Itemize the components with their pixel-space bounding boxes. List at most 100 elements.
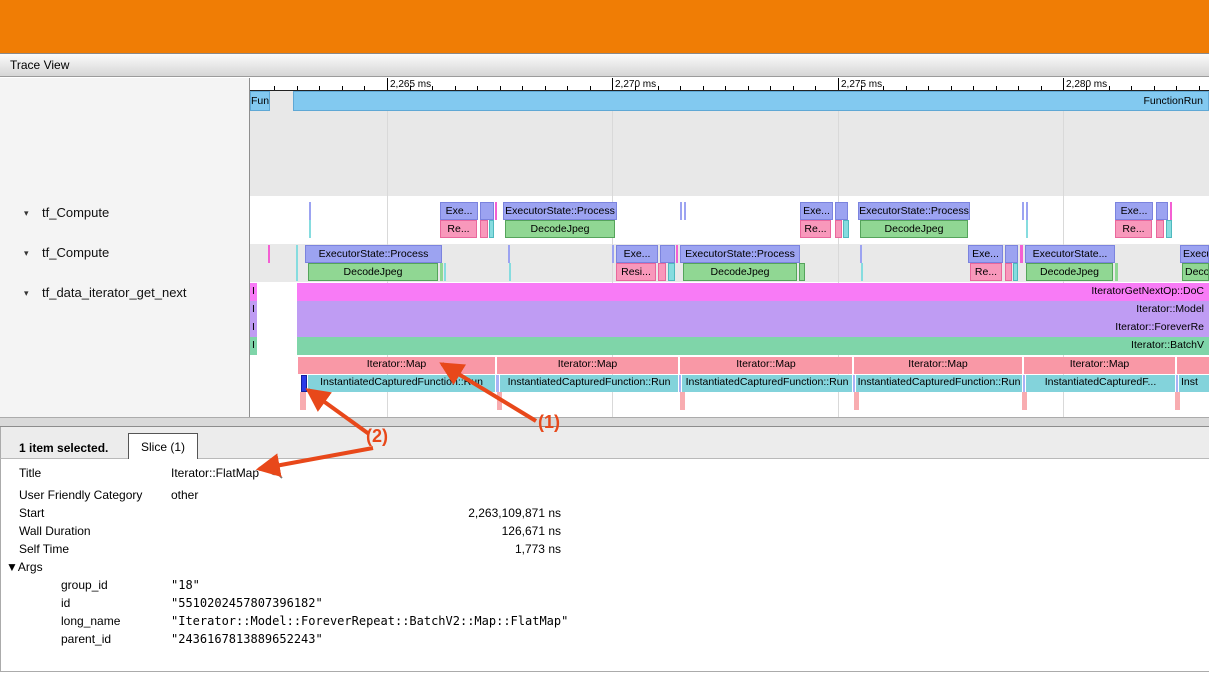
trace-event-block[interactable]: Iterator::BatchV bbox=[297, 337, 1209, 355]
trace-event-sliver[interactable] bbox=[835, 220, 842, 238]
trace-event-block[interactable]: Iterator::Model bbox=[297, 301, 1209, 319]
trace-event-block[interactable]: Re... bbox=[970, 263, 1002, 281]
trace-event-block[interactable]: Deco bbox=[1182, 263, 1209, 281]
trace-event-block[interactable]: ExecutorState::Process bbox=[858, 202, 970, 220]
trace-event-sliver[interactable]: I bbox=[250, 301, 257, 319]
trace-event-sliver[interactable] bbox=[861, 263, 863, 281]
trace-event-block[interactable]: Execut bbox=[1180, 245, 1209, 263]
trace-event-block[interactable] bbox=[658, 263, 666, 281]
trace-event-sliver[interactable] bbox=[1175, 392, 1180, 410]
tab-slice[interactable]: Slice (1) bbox=[128, 433, 198, 461]
trace-event-sliver[interactable] bbox=[444, 263, 446, 281]
trace-event-sliver[interactable] bbox=[1022, 202, 1024, 220]
trace-event-block[interactable]: Exe... bbox=[800, 202, 833, 220]
trace-event-block[interactable]: Exe... bbox=[968, 245, 1003, 263]
trace-event-sliver[interactable] bbox=[680, 202, 682, 220]
trace-event-block[interactable]: InstantiatedCapturedFunction::Run bbox=[682, 375, 852, 392]
trace-event-block[interactable] bbox=[480, 220, 488, 238]
trace-event-sliver[interactable] bbox=[496, 375, 499, 392]
trace-event-sliver[interactable] bbox=[1166, 220, 1172, 238]
trace-event-block[interactable]: InstantiatedCapturedF... bbox=[1026, 375, 1175, 392]
trace-event-sliver[interactable] bbox=[799, 263, 805, 281]
trace-event-sliver[interactable] bbox=[1026, 202, 1028, 220]
magnifier-icon[interactable] bbox=[269, 465, 283, 479]
trace-event-sliver[interactable] bbox=[268, 245, 270, 263]
trace-event-sliver[interactable] bbox=[1026, 220, 1028, 238]
trace-event-block[interactable]: Re... bbox=[440, 220, 477, 238]
trace-event-block[interactable]: Iterator::Map bbox=[1024, 357, 1175, 374]
panel-splitter[interactable] bbox=[0, 417, 1209, 427]
trace-event-block[interactable]: InstantiatedCapturedFunction::Run bbox=[308, 375, 495, 392]
sidebar-track-0[interactable]: ▾tf_Compute bbox=[0, 204, 249, 222]
trace-event-block[interactable] bbox=[835, 202, 848, 220]
trace-event-sliver[interactable] bbox=[668, 263, 675, 281]
trace-event-sliver[interactable] bbox=[843, 220, 849, 238]
trace-event-block[interactable]: Inst bbox=[1179, 375, 1209, 392]
trace-event-block[interactable]: DecodeJpeg bbox=[505, 220, 615, 238]
trace-event-block[interactable] bbox=[480, 202, 494, 220]
trace-event-block[interactable]: DecodeJpeg bbox=[1026, 263, 1113, 281]
trace-event-block[interactable]: FunctionRun bbox=[293, 91, 1209, 111]
trace-event-sliver[interactable] bbox=[309, 220, 311, 238]
trace-event-sliver[interactable] bbox=[1115, 263, 1118, 281]
trace-event-sliver[interactable]: I bbox=[250, 337, 257, 355]
trace-event-block[interactable]: DecodeJpeg bbox=[683, 263, 797, 281]
trace-event-sliver[interactable] bbox=[1013, 263, 1018, 281]
trace-event-sliver[interactable] bbox=[612, 245, 614, 263]
trace-event-sliver[interactable] bbox=[296, 245, 298, 263]
trace-event-sliver[interactable] bbox=[497, 392, 502, 410]
trace-event-block[interactable]: Iterator::ForeverRe bbox=[297, 319, 1209, 337]
trace-event-block[interactable]: Iterator::Map bbox=[854, 357, 1022, 374]
trace-event-sliver[interactable] bbox=[1176, 375, 1178, 392]
trace-event-block[interactable] bbox=[1156, 220, 1164, 238]
trace-event-sliver[interactable]: I bbox=[250, 283, 257, 301]
trace-event-sliver[interactable] bbox=[440, 263, 443, 281]
trace-event-sliver[interactable] bbox=[1020, 245, 1023, 263]
trace-event-block[interactable]: Exe... bbox=[440, 202, 478, 220]
trace-event-sliver[interactable] bbox=[676, 245, 678, 263]
trace-event-sliver[interactable] bbox=[309, 202, 311, 220]
trace-event-block[interactable]: DecodeJpeg bbox=[308, 263, 438, 281]
trace-event-sliver[interactable] bbox=[684, 202, 686, 220]
trace-event-block[interactable]: Fun bbox=[250, 91, 270, 111]
trace-event-block[interactable]: Iterator::Map bbox=[497, 357, 678, 374]
trace-event-sliver[interactable] bbox=[1023, 375, 1025, 392]
trace-event-block[interactable]: InstantiatedCapturedFunction::Run bbox=[500, 375, 678, 392]
trace-event-sliver[interactable] bbox=[1170, 202, 1172, 220]
trace-event-sliver[interactable] bbox=[679, 375, 681, 392]
trace-event-block[interactable]: ExecutorState::Process bbox=[503, 202, 617, 220]
trace-event-block[interactable]: ExecutorState::Process bbox=[680, 245, 800, 263]
trace-event-sliver[interactable]: I bbox=[250, 319, 257, 337]
trace-event-block[interactable]: Exe... bbox=[616, 245, 658, 263]
trace-event-sliver[interactable] bbox=[300, 392, 306, 410]
trace-event-block[interactable]: ExecutorState... bbox=[1025, 245, 1115, 263]
trace-event-block[interactable] bbox=[660, 245, 675, 263]
trace-event-block[interactable]: Re... bbox=[1115, 220, 1152, 238]
trace-event-block[interactable] bbox=[1177, 357, 1209, 374]
trace-event-block[interactable]: IteratorGetNextOp::DoC bbox=[297, 283, 1209, 301]
trace-event-sliver[interactable] bbox=[509, 263, 511, 281]
args-section-header[interactable]: ▼Args bbox=[6, 558, 43, 576]
trace-event-sliver[interactable] bbox=[296, 263, 298, 281]
trace-event-sliver[interactable] bbox=[854, 392, 859, 410]
trace-event-sliver[interactable] bbox=[853, 375, 855, 392]
trace-event-sliver[interactable] bbox=[508, 245, 510, 263]
trace-event-block[interactable]: DecodeJpeg bbox=[860, 220, 968, 238]
trace-event-block[interactable]: Iterator::Map bbox=[680, 357, 852, 374]
trace-event-sliver[interactable] bbox=[1005, 263, 1012, 281]
trace-event-sliver[interactable] bbox=[860, 245, 862, 263]
timeline-canvas[interactable]: 2,265 ms2,270 ms2,275 ms2,280 ms FunFunc… bbox=[250, 78, 1209, 417]
trace-event-sliver[interactable] bbox=[301, 375, 307, 392]
trace-event-block[interactable]: Iterator::Map bbox=[298, 357, 495, 374]
trace-event-sliver[interactable] bbox=[680, 392, 685, 410]
trace-event-block[interactable]: InstantiatedCapturedFunction::Run bbox=[856, 375, 1022, 392]
trace-event-sliver[interactable] bbox=[495, 202, 497, 220]
trace-event-block[interactable] bbox=[1005, 245, 1018, 263]
trace-event-block[interactable]: Re... bbox=[800, 220, 831, 238]
sidebar-track-1[interactable]: ▾tf_Compute bbox=[0, 244, 249, 262]
trace-event-block[interactable] bbox=[1156, 202, 1168, 220]
trace-event-sliver[interactable] bbox=[489, 220, 494, 238]
trace-event-block[interactable]: ExecutorState::Process bbox=[305, 245, 442, 263]
trace-event-sliver[interactable] bbox=[1022, 392, 1027, 410]
sidebar-track-2[interactable]: ▾tf_data_iterator_get_next bbox=[0, 284, 249, 302]
